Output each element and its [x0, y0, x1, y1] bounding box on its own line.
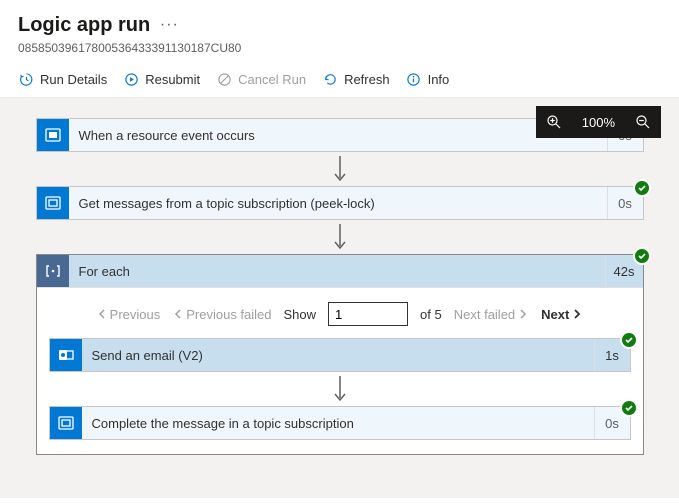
eventgrid-icon — [37, 119, 69, 151]
chevron-right-icon — [517, 308, 529, 320]
status-success-icon — [633, 247, 651, 265]
step-send-email-title: Send an email (V2) — [82, 339, 594, 371]
zoom-out-button[interactable] — [625, 106, 661, 138]
pager-show-label: Show — [284, 307, 317, 322]
pager-next-failed-label: Next failed — [454, 307, 515, 322]
resubmit-label: Resubmit — [145, 72, 200, 87]
run-id: 08585039617800536433391130187CU80 — [18, 41, 661, 55]
resubmit-icon — [123, 71, 139, 87]
pager-next[interactable]: Next — [541, 307, 583, 322]
step-send-email[interactable]: Send an email (V2) 1s — [49, 338, 631, 372]
chevron-left-icon — [172, 308, 184, 320]
cancel-run-button: Cancel Run — [216, 71, 306, 87]
status-success-icon — [633, 179, 651, 197]
chevron-left-icon — [96, 308, 108, 320]
info-button[interactable]: Info — [406, 71, 450, 87]
pager-previous-label: Previous — [110, 307, 161, 322]
pager-of-total: of 5 — [420, 307, 442, 322]
close-button[interactable] — [653, 14, 661, 39]
status-success-icon — [620, 331, 638, 349]
refresh-label: Refresh — [344, 72, 390, 87]
resubmit-button[interactable]: Resubmit — [123, 71, 200, 87]
zoom-in-icon — [546, 114, 562, 130]
step-complete-message[interactable]: Complete the message in a topic subscrip… — [49, 406, 631, 440]
pager-previous: Previous — [96, 307, 161, 322]
pager-page-input[interactable] — [328, 302, 408, 326]
servicebus-icon — [37, 187, 69, 219]
run-details-button[interactable]: Run Details — [18, 71, 107, 87]
foreach-body: Previous Previous failed Show of 5 Next … — [37, 287, 643, 454]
run-details-label: Run Details — [40, 72, 107, 87]
zoom-percent: 100% — [572, 115, 625, 130]
info-icon — [406, 71, 422, 87]
refresh-button[interactable]: Refresh — [322, 71, 390, 87]
outlook-icon — [50, 339, 82, 371]
pager-next-failed: Next failed — [454, 307, 529, 322]
zoom-out-icon — [635, 114, 651, 130]
designer-canvas: 100% When a resource event occurs 0s — [0, 98, 679, 498]
toolbar: Run Details Resubmit Cancel Run Refresh … — [18, 71, 661, 97]
arrow — [330, 220, 350, 254]
step-get-messages[interactable]: Get messages from a topic subscription (… — [36, 186, 644, 220]
zoom-in-button[interactable] — [536, 106, 572, 138]
pager-next-label: Next — [541, 307, 569, 322]
cancel-icon — [216, 71, 232, 87]
servicebus-icon — [50, 407, 82, 439]
arrow — [47, 372, 633, 406]
step-trigger-title: When a resource event occurs — [69, 119, 607, 151]
more-icon[interactable]: ··· — [160, 16, 179, 33]
step-foreach-title: For each — [69, 255, 605, 287]
page-title: Logic app run — [18, 14, 150, 36]
step-complete-message-title: Complete the message in a topic subscrip… — [82, 407, 594, 439]
foreach-icon — [37, 255, 69, 287]
history-icon — [18, 71, 34, 87]
cancel-run-label: Cancel Run — [238, 72, 306, 87]
step-get-messages-title: Get messages from a topic subscription (… — [69, 187, 607, 219]
refresh-icon — [322, 71, 338, 87]
status-success-icon — [620, 399, 638, 417]
chevron-right-icon — [571, 308, 583, 320]
step-foreach[interactable]: For each 42s Previous Previous failed — [36, 254, 644, 455]
foreach-pager: Previous Previous failed Show of 5 Next … — [47, 302, 633, 326]
zoom-widget: 100% — [536, 106, 661, 138]
pager-previous-failed-label: Previous failed — [186, 307, 271, 322]
info-label: Info — [428, 72, 450, 87]
pager-previous-failed: Previous failed — [172, 307, 271, 322]
arrow — [330, 152, 350, 186]
